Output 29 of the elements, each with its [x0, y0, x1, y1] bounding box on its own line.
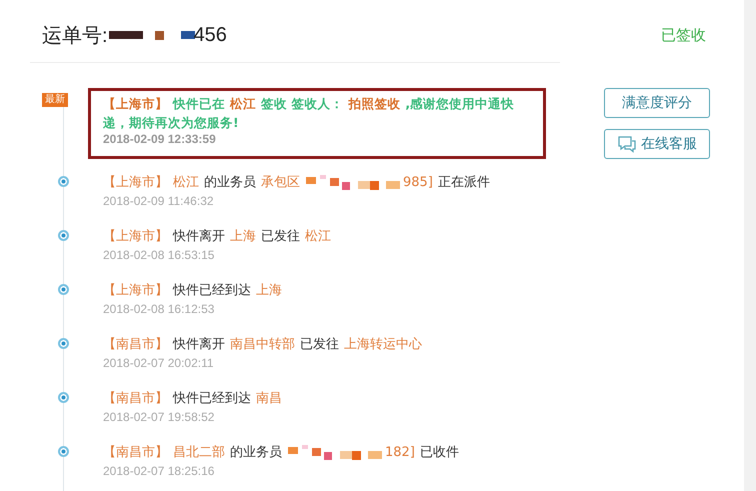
chat-icon [617, 135, 637, 153]
event-text: 【上海市】 快件已经到达 上海 [103, 282, 283, 300]
waybill-number: 456 [194, 24, 227, 46]
delivery-status: 已签收 [661, 26, 706, 44]
event-time: 2018-02-08 16:12:53 [103, 302, 216, 316]
event-time: 2018-02-07 20:02:11 [103, 356, 215, 370]
event-text: 【南昌市】 快件离开 南昌中转部 已发往 上海转运中心 [103, 336, 423, 354]
timeline-dot-icon [58, 284, 68, 295]
timeline-dot-icon [58, 392, 68, 403]
event-text: 【上海市】 快件已在 松江 签收 签收人： 拍照签收 ,感谢您使用中通快递，期待再次为您服务! [103, 95, 516, 132]
waybill-label: 运单号: [42, 24, 108, 48]
timeline-dot-icon [58, 338, 68, 349]
event-time: 2018-02-07 19:58:52 [103, 410, 216, 424]
event-text: 985] 正在派件 [403, 174, 491, 192]
event-text: 182] 已收件 [385, 444, 460, 462]
timeline-dot-icon [58, 446, 68, 457]
timeline-dot-icon [58, 176, 68, 187]
latest-badge: 最新 [42, 93, 68, 107]
customer-service-button[interactable]: 在线客服 [604, 129, 710, 159]
event-text: 【南昌市】 昌北二部 的业务员 [103, 444, 283, 462]
event-time: 2018-02-08 16:53:15 [103, 248, 216, 262]
timeline-dot-icon [58, 230, 68, 241]
event-time: 2018-02-07 18:25:16 [103, 464, 216, 478]
event-text: 【南昌市】 快件已经到达 南昌 [103, 390, 283, 408]
event-text: 【上海市】 松江 的业务员 承包区 [103, 174, 301, 192]
rating-button[interactable]: 满意度评分 [604, 88, 710, 118]
event-text: 【上海市】 快件离开 上海 已发往 松江 [103, 228, 332, 246]
event-time: 2018-02-09 11:46:32 [103, 194, 215, 208]
event-time: 2018-02-09 12:33:59 [103, 132, 217, 146]
